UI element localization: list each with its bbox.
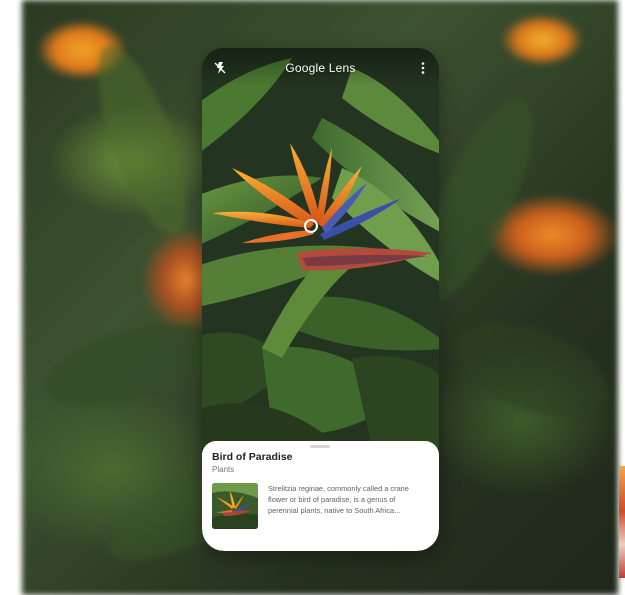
result-title: Bird of Paradise	[212, 451, 293, 463]
more-vert-icon[interactable]	[421, 62, 425, 74]
camera-viewfinder[interactable]	[202, 48, 439, 448]
result-details: Strelitzia reginae, commonly called a cr…	[212, 483, 429, 529]
phone-screen: Google Lens Bird of Paradise Plants Stre…	[202, 48, 439, 551]
bird-of-paradise-thumbnail-image	[212, 483, 258, 529]
top-bar: Google Lens	[202, 48, 439, 86]
result-thumbnail[interactable]	[212, 483, 258, 529]
result-category: Plants	[212, 465, 235, 474]
adjacent-image-edge	[619, 466, 625, 578]
app-title: Google Lens	[285, 61, 356, 75]
flash-off-icon[interactable]	[214, 62, 226, 74]
focus-point-indicator[interactable]	[304, 219, 318, 233]
result-description: Strelitzia reginae, commonly called a cr…	[268, 484, 409, 515]
drag-handle[interactable]	[310, 445, 330, 448]
result-card[interactable]: Bird of Paradise Plants Strelitzia regin…	[202, 441, 439, 551]
